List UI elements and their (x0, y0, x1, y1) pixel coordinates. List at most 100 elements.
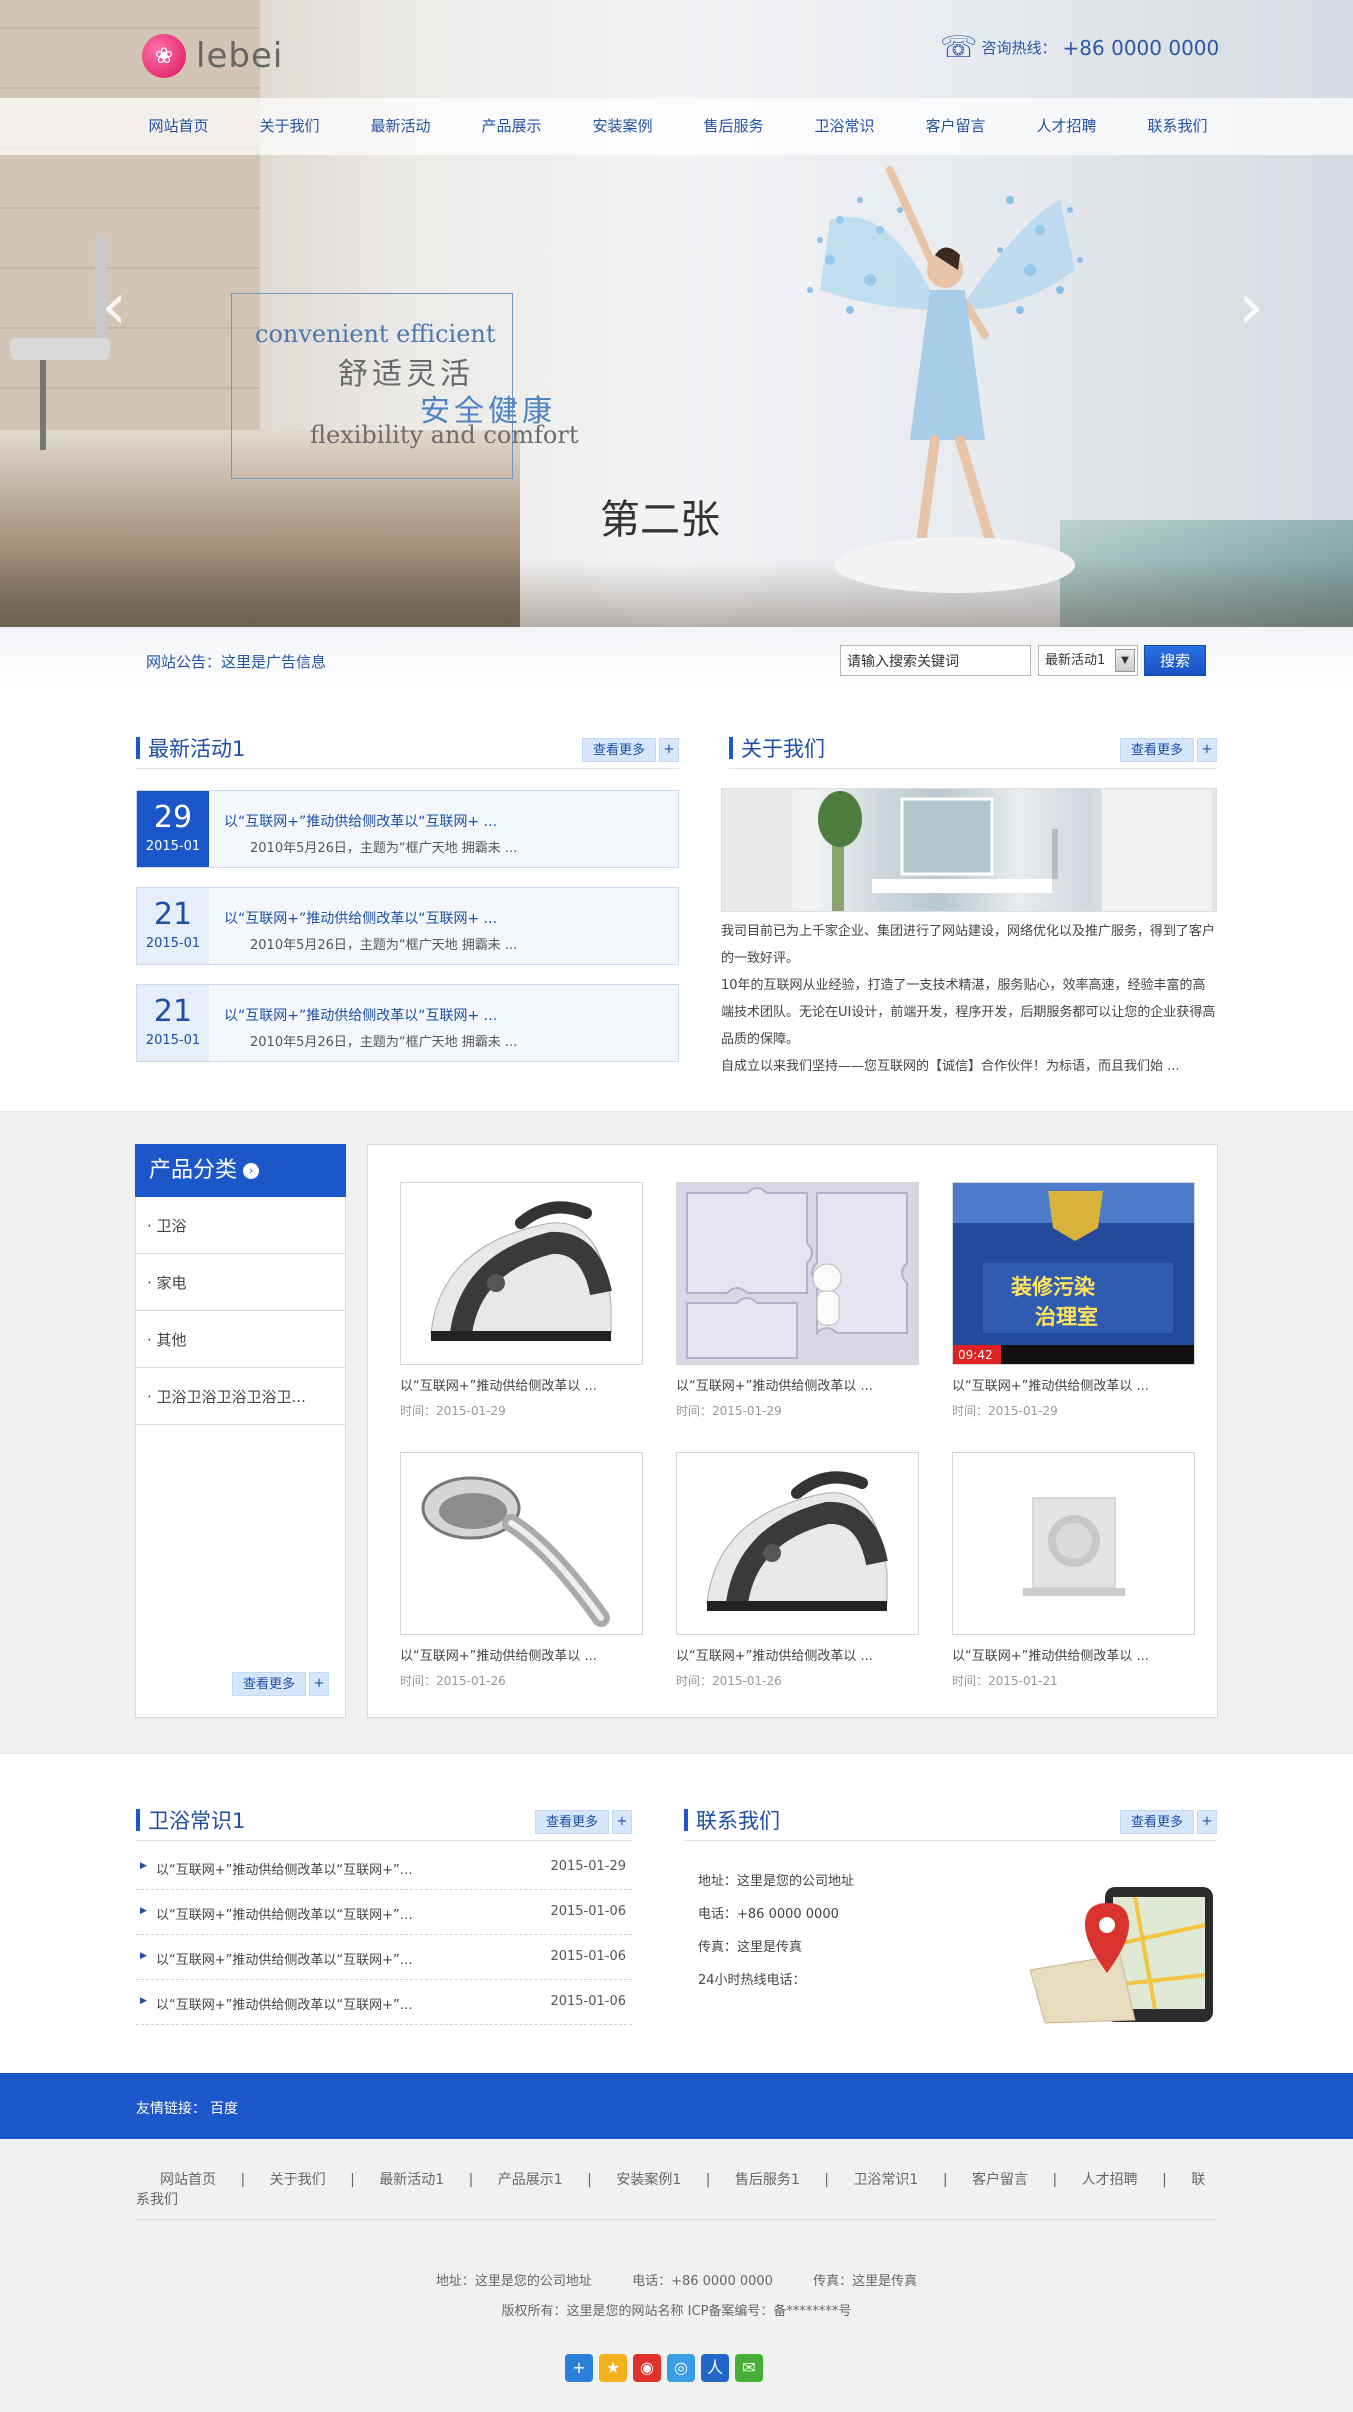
footer-nav-separator: | (1162, 2172, 1167, 2188)
tip-list-item[interactable]: ▶ 以“互联网+”推动供给侧改革以“互联网+”… 2015-01-06 (136, 1935, 632, 1980)
category-plus-button[interactable]: + (309, 1672, 330, 1696)
category-item[interactable]: · 家电 (136, 1255, 345, 1311)
contact-section-header: 联系我们 查看更多 + (684, 1801, 1217, 1841)
main-nav: 网站首页 关于我们 最新活动 产品展示 安装案例 售后服务 卫浴常识 客户留言 … (0, 98, 1353, 155)
product-image[interactable]: 装修污染 治理室 09:42 (952, 1182, 1195, 1365)
tip-title[interactable]: 以“互联网+”推动供给侧改革以“互联网+”… (156, 1904, 413, 1923)
tip-title[interactable]: 以“互联网+”推动供给侧改革以“互联网+”… (156, 1994, 413, 2013)
tips-plus-button[interactable]: + (612, 1810, 632, 1834)
product-image[interactable] (676, 1452, 919, 1635)
footer-nav: 网站首页 | 关于我们 | 最新活动1 | 产品展示1 | 安装案例1 | 售后… (136, 2170, 1217, 2210)
footer-nav-separator: | (468, 2172, 474, 2188)
footer-phone: 电话：+86 0000 0000 (632, 2274, 773, 2289)
nav-item-about[interactable]: 关于我们 (234, 98, 345, 155)
news-day: 29 (153, 800, 193, 835)
product-image[interactable] (676, 1182, 919, 1365)
about-text: 我司目前已为上千家企业、集团进行了网站建设，网络优化以及推广服务，得到了客户的一… (721, 918, 1217, 1080)
product-image[interactable] (400, 1182, 643, 1365)
category-item[interactable]: · 其他 (136, 1312, 345, 1368)
contact-more-button[interactable]: 查看更多 (1119, 1810, 1194, 1834)
footer-nav-separator: | (942, 2172, 948, 2188)
plus-share-icon[interactable]: + (565, 2354, 593, 2382)
tv-image-text: 治理室 (1035, 1305, 1098, 1329)
news-item[interactable]: 29 2015-01 以“互联网+”推动供给侧改革以“互联网+ ... 2010… (136, 790, 679, 868)
site-logo[interactable]: ❀ lebei (142, 34, 283, 78)
news-title[interactable]: 以“互联网+”推动供给侧改革以“互联网+ ... (224, 908, 497, 928)
nav-item-guestbook[interactable]: 客户留言 (900, 98, 1011, 155)
renren-icon[interactable]: 人 (701, 2354, 729, 2382)
category-more-button[interactable]: 查看更多 (232, 1672, 307, 1696)
product-title[interactable]: 以“互联网+”推动供给侧改革以 ... (952, 1645, 1195, 1664)
nav-item-jobs[interactable]: 人才招聘 (1011, 98, 1122, 155)
news-plus-button[interactable]: + (659, 738, 679, 762)
product-title[interactable]: 以“互联网+”推动供给侧改革以 ... (400, 1375, 643, 1394)
product-image[interactable] (952, 1452, 1195, 1635)
tips-more-button[interactable]: 查看更多 (534, 1810, 609, 1834)
news-title[interactable]: 以“互联网+”推动供给侧改革以“互联网+ ... (224, 1005, 497, 1025)
news-item[interactable]: 21 2015-01 以“互联网+”推动供给侧改革以“互联网+ ... 2010… (136, 887, 679, 965)
tip-list-item[interactable]: ▶ 以“互联网+”推动供给侧改革以“互联网+”… 2015-01-06 (136, 1980, 632, 2025)
tip-date: 2015-01-29 (550, 1859, 626, 1874)
nav-item-service[interactable]: 售后服务 (678, 98, 789, 155)
footer-nav-link[interactable]: 关于我们 (270, 2172, 326, 2188)
tip-title[interactable]: 以“互联网+”推动供给侧改革以“互联网+”… (156, 1949, 413, 1968)
product-title[interactable]: 以“互联网+”推动供给侧改革以 ... (400, 1645, 643, 1664)
news-summary: 2010年5月26日，主题为“框广天地 拥霸未 ... (250, 1035, 518, 1050)
contact-fax: 传真：这里是传真 (698, 1940, 803, 1955)
news-title[interactable]: 以“互联网+”推动供给侧改革以“互联网+ ... (224, 811, 497, 831)
footer-nav-link[interactable]: 安装案例1 (616, 2172, 681, 2188)
product-card[interactable]: 以“互联网+”推动供给侧改革以 ... 时间：2015-01-21 (952, 1452, 1195, 1689)
footer-nav-link[interactable]: 卫浴常识1 (853, 2172, 918, 2188)
footer-nav-link[interactable]: 客户留言 (972, 2172, 1028, 2188)
footer-nav-separator: | (587, 2172, 592, 2188)
nav-item-home[interactable]: 网站首页 (123, 98, 234, 155)
product-title[interactable]: 以“互联网+”推动供给侧改革以 ... (952, 1375, 1195, 1394)
about-paragraph: 自成立以来我们坚持——您互联网的【诚信】合作伙伴！为标语，而且我们始 ... (721, 1059, 1180, 1074)
news-year-month: 2015-01 (145, 1033, 201, 1048)
category-item[interactable]: · 卫浴 (136, 1198, 345, 1254)
weibo-icon[interactable]: ◉ (633, 2354, 661, 2382)
footer-nav-link[interactable]: 售后服务1 (735, 2172, 800, 2188)
footer-nav-link[interactable]: 网站首页 (160, 2172, 216, 2188)
news-item[interactable]: 21 2015-01 以“互联网+”推动供给侧改革以“互联网+ ... 2010… (136, 984, 679, 1062)
product-card[interactable]: 以“互联网+”推动供给侧改革以 ... 时间：2015-01-26 (400, 1452, 643, 1689)
contact-more: 查看更多 + (1119, 1810, 1217, 1834)
product-image[interactable] (400, 1452, 643, 1635)
contact-plus-button[interactable]: + (1197, 1810, 1217, 1834)
footer-nav-link[interactable]: 最新活动1 (379, 2172, 444, 2188)
product-card[interactable]: 以“互联网+”推动供给侧改革以 ... 时间：2015-01-29 (400, 1182, 643, 1419)
slide-next-arrow-icon[interactable]: › (1233, 262, 1269, 352)
about-more-button[interactable]: 查看更多 (1119, 738, 1194, 762)
news-more-button[interactable]: 查看更多 (581, 738, 656, 762)
product-card[interactable]: 装修污染 治理室 09:42 以“互联网+”推动供给侧改革以 ... 时间：20… (952, 1182, 1195, 1419)
tip-list-item[interactable]: ▶ 以“互联网+”推动供给侧改革以“互联网+”… 2015-01-06 (136, 1890, 632, 1935)
wechat-icon[interactable]: ✉ (735, 2354, 763, 2382)
search-category-select[interactable]: 最新活动1 ▼ (1038, 645, 1138, 676)
search-input[interactable] (840, 645, 1031, 676)
site-notice[interactable]: 网站公告：这里是广告信息 (146, 651, 326, 672)
search-button[interactable]: 搜索 (1144, 645, 1206, 676)
bullet-arrow-icon: ▶ (140, 1951, 147, 1961)
nav-item-cases[interactable]: 安装案例 (567, 98, 678, 155)
product-card[interactable]: 以“互联网+”推动供给侧改革以 ... 时间：2015-01-29 (676, 1182, 919, 1419)
footer-nav-link[interactable]: 产品展示1 (498, 2172, 563, 2188)
title-accent-bar (136, 737, 140, 759)
product-title[interactable]: 以“互联网+”推动供给侧改革以 ... (676, 1375, 919, 1394)
qzone-icon[interactable]: ★ (599, 2354, 627, 2382)
nav-item-knowledge[interactable]: 卫浴常识 (789, 98, 900, 155)
product-card[interactable]: 以“互联网+”推动供给侧改革以 ... 时间：2015-01-26 (676, 1452, 919, 1689)
footer-nav-link[interactable]: 人才招聘 (1082, 2172, 1138, 2188)
about-plus-button[interactable]: + (1197, 738, 1217, 762)
product-title[interactable]: 以“互联网+”推动供给侧改革以 ... (676, 1645, 919, 1664)
tip-date: 2015-01-06 (550, 1904, 626, 1919)
slide-prev-arrow-icon[interactable]: ‹ (96, 262, 132, 352)
nav-item-contact[interactable]: 联系我们 (1122, 98, 1233, 155)
friend-link[interactable]: 百度 (210, 2098, 238, 2118)
tencent-weibo-icon[interactable]: ◎ (667, 2354, 695, 2382)
tip-title[interactable]: 以“互联网+”推动供给侧改革以“互联网+”… (156, 1859, 413, 1878)
nav-item-activities[interactable]: 最新活动 (345, 98, 456, 155)
nav-item-products[interactable]: 产品展示 (456, 98, 567, 155)
category-item[interactable]: · 卫浴卫浴卫浴卫浴卫... (136, 1369, 345, 1425)
tip-list-item[interactable]: ▶ 以“互联网+”推动供给侧改革以“互联网+”… 2015-01-29 (136, 1845, 632, 1890)
about-bathroom-image (721, 788, 1217, 912)
